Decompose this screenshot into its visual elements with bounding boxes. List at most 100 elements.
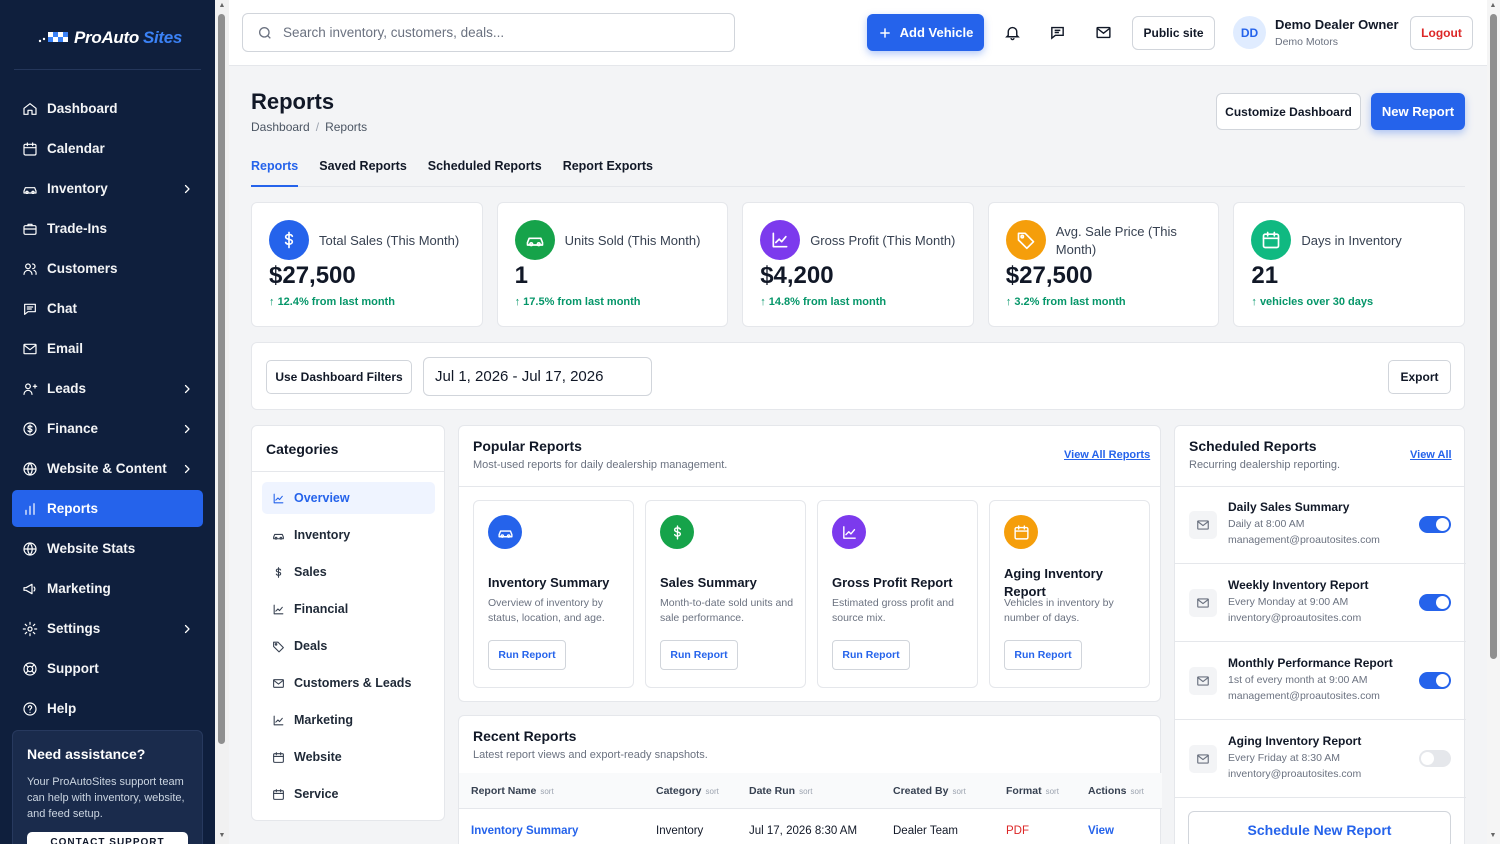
schedule-toggle[interactable] <box>1419 672 1451 689</box>
column-header-actions[interactable]: Actions sort <box>1088 785 1144 797</box>
report-description: Estimated gross profit and source mix. <box>832 597 954 624</box>
kpi-delta-text: 3.2% from last month <box>1014 296 1126 308</box>
scheduled-report-row[interactable]: Monthly Performance Report 1st of every … <box>1175 642 1466 720</box>
logo[interactable]: ProAuto Sites <box>38 28 182 48</box>
sidebar-item-finance[interactable]: Finance <box>12 410 203 447</box>
date-range-picker[interactable]: Jul 1, 2026 - Jul 17, 2026 <box>423 357 652 396</box>
category-service[interactable]: Service <box>262 778 435 810</box>
tab-reports[interactable]: Reports <box>251 158 299 187</box>
logout-button[interactable]: Logout <box>1410 16 1473 50</box>
category-overview[interactable]: Overview <box>262 482 435 514</box>
public-site-button[interactable]: Public site <box>1132 16 1215 50</box>
category-marketing[interactable]: Marketing <box>262 704 435 736</box>
sidebar-item-marketing[interactable]: Marketing <box>12 570 203 607</box>
column-header-created-by[interactable]: Created By sort <box>893 785 966 797</box>
column-header-date-run[interactable]: Date Run sort <box>749 785 812 797</box>
sidebar-item-website-and-content[interactable]: Website & Content <box>12 450 203 487</box>
use-dashboard-filters-button[interactable]: Use Dashboard Filters <box>266 360 412 394</box>
column-label: Format <box>1006 785 1042 797</box>
table-cell-name[interactable]: Inventory Summary <box>471 825 578 837</box>
category-website[interactable]: Website <box>262 741 435 773</box>
column-header-report-name[interactable]: Report Name sort <box>471 785 554 797</box>
sidebar-item-website-stats[interactable]: Website Stats <box>12 530 203 567</box>
sidebar-item-dashboard[interactable]: Dashboard <box>12 90 203 127</box>
kpi-value: 1 <box>514 262 528 289</box>
category-customers-and-leads[interactable]: Customers & Leads <box>262 667 435 699</box>
column-label: Report Name <box>471 785 537 797</box>
sort-icon[interactable]: sort <box>1131 787 1144 796</box>
sort-icon[interactable]: sort <box>706 787 719 796</box>
help-icon <box>22 701 38 717</box>
new-report-button[interactable]: New Report <box>1371 93 1465 130</box>
schedule-toggle[interactable] <box>1419 594 1451 611</box>
column-label: Category <box>656 785 702 797</box>
scroll-up-arrow[interactable]: ▲ <box>217 2 227 9</box>
run-report-button[interactable]: Run Report <box>488 640 566 670</box>
tab-saved-reports[interactable]: Saved Reports <box>319 158 407 187</box>
category-sales[interactable]: Sales <box>262 556 435 588</box>
avatar[interactable]: DD <box>1233 16 1266 49</box>
tab-report-exports[interactable]: Report Exports <box>563 158 653 187</box>
export-button[interactable]: Export <box>1388 360 1451 394</box>
sidebar-item-trade-ins[interactable]: Trade-Ins <box>12 210 203 247</box>
column-header-format[interactable]: Format sort <box>1006 785 1059 797</box>
sidebar-item-email[interactable]: Email <box>12 330 203 367</box>
schedule-toggle[interactable] <box>1419 750 1451 767</box>
schedule-new-report-button[interactable]: Schedule New Report <box>1188 811 1451 844</box>
sidebar-item-label: Chat <box>47 301 77 316</box>
sort-icon[interactable]: sort <box>1046 787 1059 796</box>
car-icon <box>488 515 522 549</box>
scheduled-report-row[interactable]: Daily Sales Summary Daily at 8:00 AM man… <box>1175 486 1466 564</box>
scheduled-report-row[interactable]: Aging Inventory Report Every Friday at 8… <box>1175 720 1466 798</box>
page-scrollbar[interactable]: ▲ ▼ <box>1487 0 1500 844</box>
sidebar-item-support[interactable]: Support <box>12 650 203 687</box>
category-deals[interactable]: Deals <box>262 630 435 662</box>
sidebar-item-customers[interactable]: Customers <box>12 250 203 287</box>
breadcrumb-dashboard[interactable]: Dashboard <box>251 120 310 134</box>
sidebar-item-leads[interactable]: Leads <box>12 370 203 407</box>
mail-icon[interactable] <box>1095 24 1112 41</box>
checkered-flag-icon <box>38 32 68 43</box>
run-report-button[interactable]: Run Report <box>660 640 738 670</box>
scroll-down-arrow[interactable]: ▼ <box>1488 832 1498 839</box>
scrollbar-thumb[interactable] <box>218 14 225 744</box>
scheduled-report-name: Daily Sales Summary <box>1228 500 1350 514</box>
sidebar-item-settings[interactable]: Settings <box>12 610 203 647</box>
scroll-down-arrow[interactable]: ▼ <box>217 832 227 839</box>
customize-dashboard-button[interactable]: Customize Dashboard <box>1216 93 1361 130</box>
sidebar-item-help[interactable]: Help <box>12 690 203 727</box>
schedule-toggle[interactable] <box>1419 516 1451 533</box>
sidebar-item-inventory[interactable]: Inventory <box>12 170 203 207</box>
table-cell-action[interactable]: View <box>1088 825 1114 837</box>
search-input[interactable] <box>283 25 723 40</box>
chat-icon[interactable] <box>1049 24 1066 41</box>
kpi-delta: ↑ vehicles over 30 days <box>1251 296 1373 308</box>
category-inventory[interactable]: Inventory <box>262 519 435 551</box>
contact-support-button[interactable]: CONTACT SUPPORT <box>27 832 188 844</box>
calendar-icon <box>1004 515 1038 549</box>
run-report-button[interactable]: Run Report <box>1004 640 1082 670</box>
view-all-reports-link[interactable]: View All Reports <box>1064 449 1150 461</box>
run-report-button[interactable]: Run Report <box>832 640 910 670</box>
sort-icon[interactable]: sort <box>952 787 965 796</box>
scroll-up-arrow[interactable]: ▲ <box>1488 2 1498 9</box>
column-header-category[interactable]: Category sort <box>656 785 719 797</box>
sidebar-item-calendar[interactable]: Calendar <box>12 130 203 167</box>
category-label: Customers & Leads <box>294 676 412 690</box>
sidebar: ProAuto Sites Dashboard Calendar Inventory T… <box>0 0 215 844</box>
report-card-gross-profit-report: Gross Profit Report Estimated gross prof… <box>817 500 978 688</box>
scrollbar-thumb[interactable] <box>1490 14 1497 659</box>
sort-icon[interactable]: sort <box>540 787 553 796</box>
bell-icon[interactable] <box>1004 24 1021 41</box>
sidebar-scrollbar[interactable]: ▲ ▼ <box>215 0 229 844</box>
sort-icon[interactable]: sort <box>799 787 812 796</box>
view-all-scheduled-link[interactable]: View All <box>1410 449 1452 461</box>
scheduled-report-row[interactable]: Weekly Inventory Report Every Monday at … <box>1175 564 1466 642</box>
sidebar-item-reports[interactable]: Reports <box>12 490 203 527</box>
search-box[interactable] <box>242 13 735 52</box>
category-financial[interactable]: Financial <box>262 593 435 625</box>
category-label: Sales <box>294 565 327 579</box>
tab-scheduled-reports[interactable]: Scheduled Reports <box>428 158 542 187</box>
sidebar-item-chat[interactable]: Chat <box>12 290 203 327</box>
add-vehicle-button[interactable]: Add Vehicle <box>867 14 984 51</box>
